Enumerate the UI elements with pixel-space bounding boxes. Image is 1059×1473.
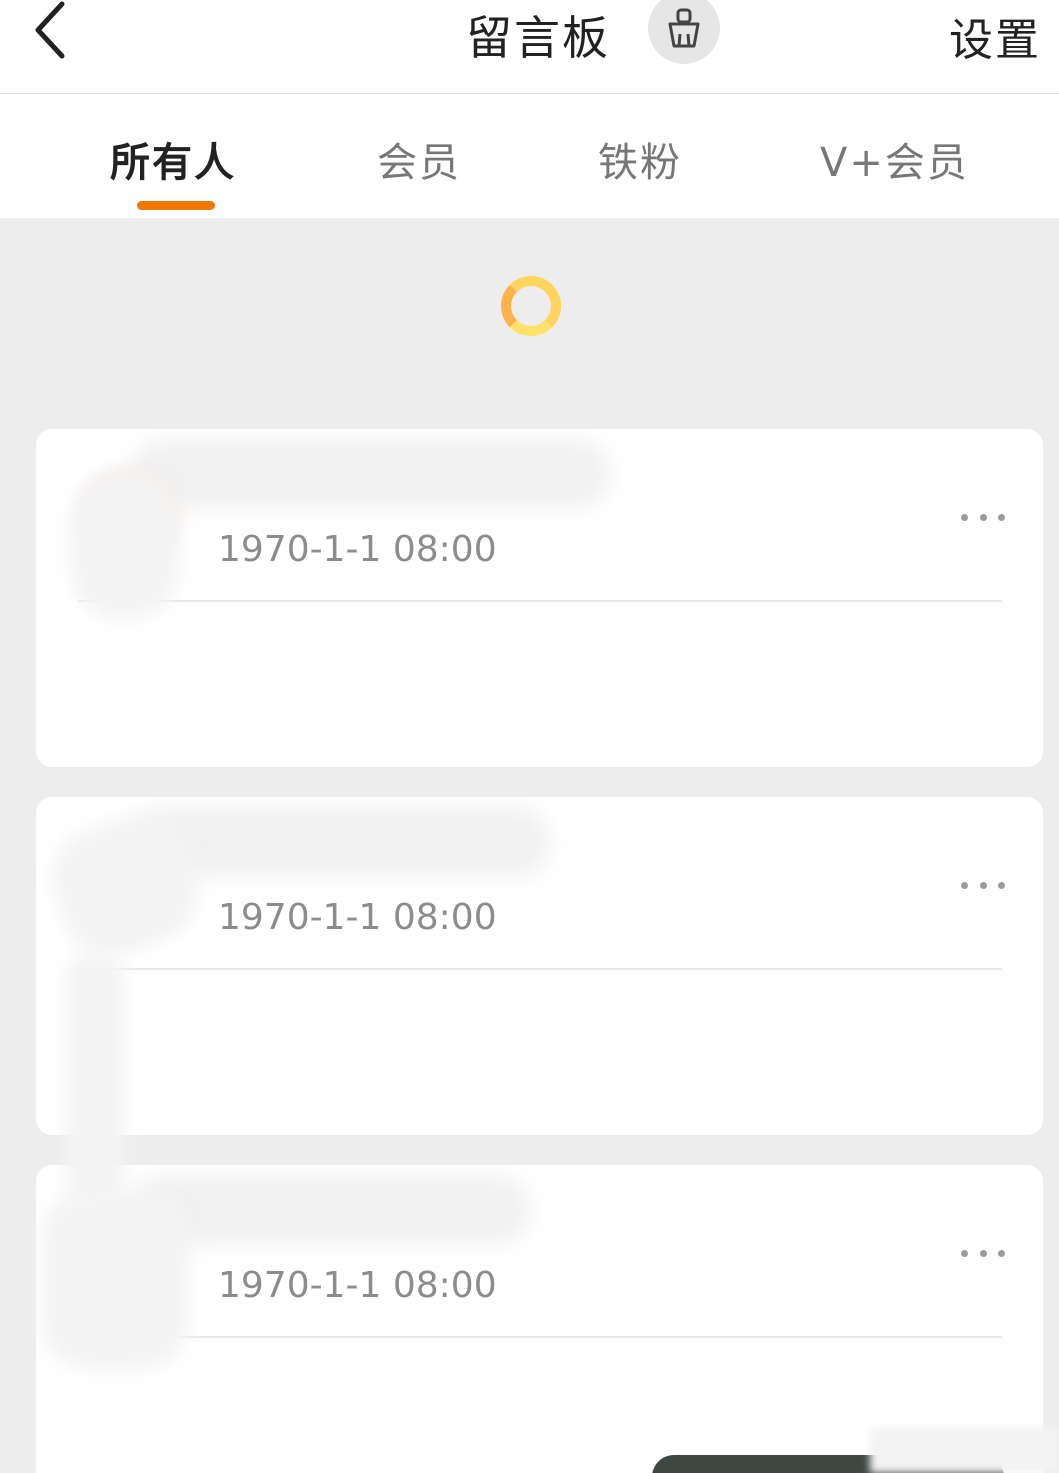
tab-members[interactable]: 会员 bbox=[377, 130, 461, 188]
tab-vplus-members[interactable]: V+会员 bbox=[820, 130, 969, 188]
chevron-left-icon bbox=[35, 1, 65, 59]
tab-everyone[interactable]: 所有人 bbox=[110, 130, 236, 188]
page-title: 留言板 bbox=[466, 11, 610, 65]
more-dots-icon[interactable] bbox=[961, 497, 1005, 537]
divider bbox=[78, 600, 1002, 602]
redacted-username bbox=[131, 1175, 531, 1245]
message-time: 1970-1-1 08:00 bbox=[218, 1265, 497, 1306]
redacted-username bbox=[131, 807, 551, 877]
loading-spinner-icon bbox=[501, 276, 561, 336]
tab-iron-fans[interactable]: 铁粉 bbox=[598, 130, 682, 188]
back-button[interactable] bbox=[30, 0, 90, 62]
message-card: 1970-1-1 08:00 bbox=[36, 429, 1043, 767]
privacy-smudge bbox=[40, 1190, 190, 1370]
message-card: 1970-1-1 08:00 bbox=[36, 797, 1043, 1135]
settings-button[interactable]: 设置 bbox=[949, 4, 1041, 68]
more-dots-icon[interactable] bbox=[961, 1233, 1005, 1273]
clean-button[interactable] bbox=[648, 0, 720, 64]
message-board-screen: 留言板 设置 所有人 会员 铁粉 V+会员 1970-1-1 08:00 197 bbox=[0, 0, 1059, 1473]
message-time: 1970-1-1 08:00 bbox=[218, 529, 497, 570]
active-tab-indicator bbox=[137, 201, 215, 210]
audience-tabs: 所有人 会员 铁粉 V+会员 bbox=[0, 94, 1059, 218]
privacy-smudge bbox=[870, 1428, 1059, 1473]
top-bar: 留言板 设置 bbox=[0, 0, 1059, 94]
privacy-smudge bbox=[70, 470, 180, 620]
message-time: 1970-1-1 08:00 bbox=[218, 897, 497, 938]
divider bbox=[78, 1336, 1002, 1338]
redacted-username bbox=[131, 439, 611, 509]
more-dots-icon[interactable] bbox=[961, 865, 1005, 905]
divider bbox=[78, 968, 1002, 970]
broom-icon bbox=[668, 8, 700, 48]
privacy-smudge bbox=[65, 950, 125, 1210]
